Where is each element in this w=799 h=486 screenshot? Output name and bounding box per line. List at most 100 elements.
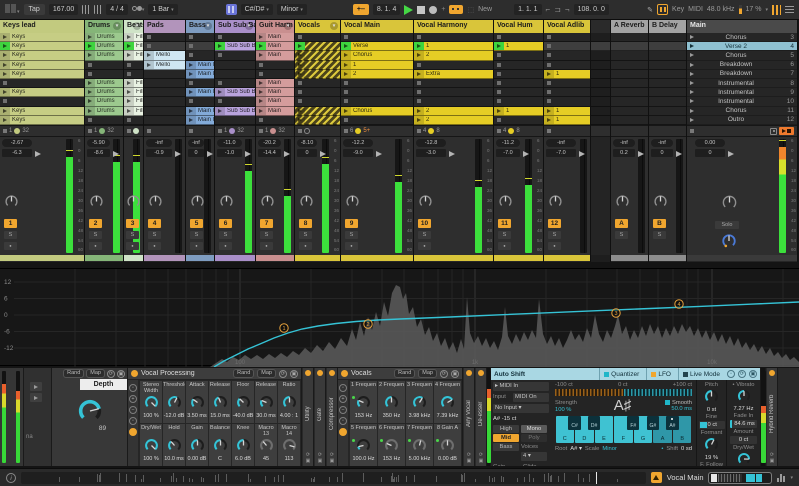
- solo-button[interactable]: S: [653, 231, 666, 239]
- clip-stop-button[interactable]: [547, 62, 551, 67]
- rand-button[interactable]: Rand: [63, 369, 85, 378]
- clip-stop-button[interactable]: [417, 99, 421, 104]
- solo-button[interactable]: S: [126, 231, 139, 239]
- pan-control[interactable]: [579, 151, 585, 157]
- clip-stop-button[interactable]: [218, 81, 222, 86]
- link-toggle[interactable]: ▾: [5, 4, 20, 15]
- clip-play-button[interactable]: [414, 51, 424, 60]
- stop-button[interactable]: [690, 129, 694, 133]
- band-button-bass[interactable]: Bass: [493, 443, 519, 451]
- clip[interactable]: [295, 115, 340, 125]
- clip-slot[interactable]: [295, 79, 340, 89]
- band-button-high[interactable]: High: [493, 425, 519, 433]
- clip-play-button[interactable]: [0, 51, 10, 60]
- track-stop-button[interactable]: [127, 129, 131, 133]
- macro-control[interactable]: 3 Frequen 3.98 kHz: [406, 381, 433, 423]
- track-activator-button[interactable]: 1: [4, 219, 17, 228]
- clip[interactable]: Keys: [0, 106, 84, 116]
- auto-shift-title-bar[interactable]: Auto Shift Quantizer LFO Live Mode ▫ ⟳ ▣: [491, 368, 760, 380]
- macro-knob[interactable]: [190, 395, 205, 412]
- clip[interactable]: Sub Sub Ba: [215, 106, 255, 116]
- clip-stop-button[interactable]: [344, 90, 348, 95]
- session-record-icon[interactable]: ⬚: [467, 6, 474, 14]
- send-knob[interactable]: [126, 194, 141, 211]
- volume-field[interactable]: -1.0: [217, 149, 242, 157]
- clip-stop-button[interactable]: [298, 99, 302, 104]
- clip[interactable]: [295, 106, 340, 116]
- volume-field[interactable]: -9.0: [343, 149, 373, 157]
- clip-slot[interactable]: [544, 79, 590, 89]
- solo-button[interactable]: S: [190, 231, 203, 239]
- track-header[interactable]: Vocals ▾: [295, 20, 340, 33]
- draw-mode-icon[interactable]: ✎: [647, 6, 653, 14]
- arm-button[interactable]: ●: [219, 242, 232, 250]
- rack-toggle-icon[interactable]: +: [129, 395, 137, 403]
- track-activator-button[interactable]: 2: [89, 219, 102, 228]
- arm-button[interactable]: ●: [418, 242, 431, 250]
- clip[interactable]: Main: [256, 33, 294, 43]
- clip[interactable]: 1: [494, 106, 543, 116]
- clip-play-button[interactable]: [215, 106, 225, 115]
- clip-slot[interactable]: [215, 97, 255, 107]
- clip[interactable]: Keys: [0, 69, 84, 79]
- chevron-down-icon[interactable]: ▾: [790, 475, 793, 481]
- send-knob[interactable]: [89, 194, 104, 211]
- rack-toggle-icon[interactable]: ◦: [339, 384, 347, 392]
- clip-slot[interactable]: [186, 51, 214, 61]
- clip[interactable]: Fill: [124, 97, 143, 107]
- scene-row[interactable]: Breakdown 7: [687, 70, 797, 79]
- track-stop-button[interactable]: [189, 129, 193, 133]
- punch-out-icon[interactable]: ¬: [565, 5, 570, 14]
- clip[interactable]: Main: [256, 88, 294, 98]
- clip-stop-button[interactable]: [344, 81, 348, 86]
- clip-stop-button[interactable]: [497, 53, 501, 58]
- clip-play-button[interactable]: [341, 60, 351, 69]
- clip-slot[interactable]: [124, 70, 143, 79]
- info-icon[interactable]: i: [6, 472, 16, 483]
- clip[interactable]: [295, 42, 340, 52]
- clip-stop-button[interactable]: [88, 62, 92, 67]
- clip-play-button[interactable]: [85, 106, 95, 115]
- clip-play-button[interactable]: [0, 106, 10, 115]
- scene-row[interactable]: Instrumental 8: [687, 79, 797, 89]
- clip[interactable]: Drums: [85, 88, 123, 98]
- pan-control[interactable]: [638, 151, 644, 157]
- macro-mode-icon[interactable]: [339, 428, 347, 436]
- clip[interactable]: Main: [256, 42, 294, 52]
- track-stop-button[interactable]: [259, 129, 263, 133]
- eq-spectrum-display[interactable]: 1 2 3 4 12 6 0 -6 -12 100 1k 10k: [0, 268, 799, 368]
- save-icon[interactable]: ▣: [117, 369, 125, 378]
- tap-tempo-button[interactable]: Tap: [23, 4, 45, 15]
- macro-knob[interactable]: [384, 438, 399, 455]
- scene-row[interactable]: Chorus 3: [687, 33, 797, 43]
- clip[interactable]: Drums: [85, 78, 123, 89]
- track-stop-button[interactable]: [298, 129, 302, 133]
- volume-field[interactable]: 0.2: [613, 149, 635, 157]
- clip-play-button[interactable]: [85, 78, 95, 88]
- macro-control[interactable]: 1 Frequen 153 Hz: [350, 381, 377, 423]
- clip-stop-button[interactable]: [344, 99, 348, 104]
- send-knob[interactable]: [498, 194, 513, 211]
- pan-control[interactable]: [523, 151, 529, 157]
- clip-stop-button[interactable]: [497, 35, 501, 40]
- clip-play-button[interactable]: [0, 60, 10, 69]
- new-button[interactable]: New: [478, 6, 492, 13]
- clip-slot[interactable]: [256, 61, 294, 70]
- clip[interactable]: Main li: [186, 106, 214, 116]
- clip-stop-button[interactable]: [189, 35, 193, 40]
- punch-in-icon[interactable]: ⌐: [546, 5, 551, 14]
- amount-field[interactable]: 0 ct: [730, 436, 757, 444]
- clip-slot[interactable]: [341, 79, 413, 89]
- clip[interactable]: Main li: [186, 88, 214, 98]
- solo-button[interactable]: S: [89, 231, 102, 239]
- clip-slot[interactable]: [295, 33, 340, 43]
- macro-control[interactable]: 4 Frequen 7.39 kHz: [434, 381, 461, 423]
- clip-play-button[interactable]: [186, 88, 196, 97]
- solo-button[interactable]: S: [615, 231, 628, 239]
- arrangement-record-button[interactable]: [429, 5, 438, 14]
- clip-play-button[interactable]: [256, 88, 266, 97]
- scene-launch-button[interactable]: [690, 53, 694, 58]
- clip-slot[interactable]: [144, 33, 185, 43]
- clip[interactable]: Drums: [85, 106, 123, 116]
- macro-knob[interactable]: [412, 395, 427, 412]
